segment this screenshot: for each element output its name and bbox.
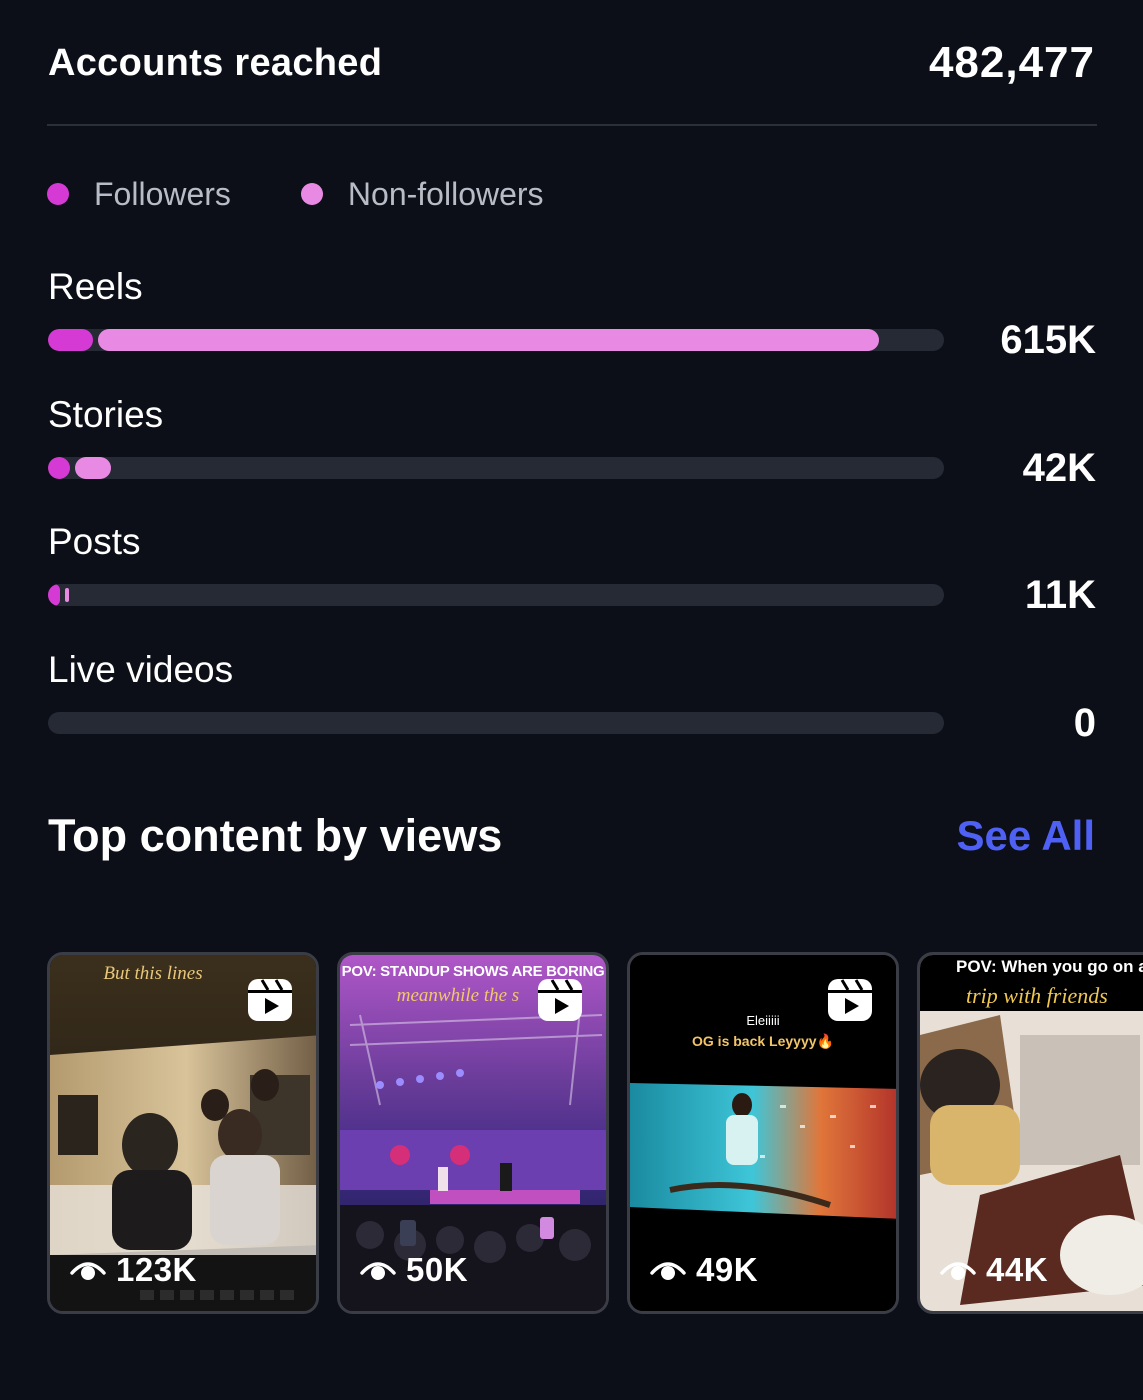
- metric-label: Stories: [48, 394, 164, 435]
- eye-icon: [360, 1262, 396, 1280]
- top-content-list: But this lines 123K POV: STANDUP SHOWS A…: [47, 952, 1143, 1314]
- legend-label: Followers: [94, 175, 231, 212]
- view-count: 49K: [650, 1251, 758, 1289]
- content-thumbnail[interactable]: POV: When you go on a trip with friends …: [917, 952, 1143, 1314]
- view-count: 123K: [70, 1251, 197, 1289]
- non-followers-bar-segment: [98, 329, 879, 351]
- metric-value: 42K: [1022, 446, 1096, 490]
- eye-icon: [70, 1262, 106, 1280]
- legend-item-non-followers: Non-followers: [300, 175, 544, 213]
- non-followers-bar-segment: [65, 588, 69, 602]
- view-count-value: 49K: [696, 1251, 759, 1288]
- metric-value: 615K: [1000, 318, 1096, 362]
- thumbnail-caption-secondary: OG is back Leyyyy🔥: [692, 1033, 834, 1049]
- reels-icon: [248, 979, 292, 1021]
- top-content-title: Top content by views: [48, 810, 503, 861]
- metric-label: Reels: [48, 266, 143, 307]
- reels-icon: [538, 979, 582, 1021]
- divider: [47, 124, 1097, 126]
- metric-label: Live videos: [48, 649, 234, 690]
- thumbnail-caption-secondary: trip with friends: [966, 983, 1108, 1008]
- metric-label: Posts: [48, 521, 141, 562]
- accounts-reached-total: 482,477: [928, 38, 1095, 87]
- legend: Followers Non-followers: [47, 172, 614, 216]
- content-thumbnail[interactable]: POV: STANDUP SHOWS ARE BORING meanwhile …: [337, 952, 609, 1314]
- metric-bar: [48, 584, 944, 606]
- followers-bar-segment: [48, 329, 93, 351]
- metric-reels: Reels 615K: [48, 266, 1096, 376]
- followers-bar-segment: [48, 584, 60, 606]
- legend-label: Non-followers: [347, 175, 544, 212]
- eye-icon: [940, 1262, 976, 1280]
- content-thumbnail[interactable]: Eleiiiii OG is back Leyyyy🔥 49K: [627, 952, 899, 1314]
- non-followers-bar-segment: [75, 457, 111, 479]
- eye-icon: [650, 1262, 686, 1280]
- metric-bar: [48, 329, 944, 351]
- accounts-reached-title: Accounts reached: [48, 41, 383, 84]
- metric-posts: Posts 11K: [48, 521, 1096, 631]
- content-thumbnail[interactable]: But this lines 123K: [47, 952, 319, 1314]
- followers-dot-icon: [47, 183, 69, 205]
- thumbnail-caption: POV: When you go on a: [956, 957, 1143, 976]
- metric-live-videos: Live videos 0: [48, 649, 1096, 759]
- view-count-value: 44K: [986, 1251, 1049, 1288]
- see-all-link[interactable]: See All: [956, 812, 1095, 860]
- view-count-value: 50K: [406, 1251, 469, 1288]
- view-count: 44K: [940, 1251, 1048, 1289]
- legend-item-followers: Followers: [47, 176, 231, 213]
- view-count-value: 123K: [116, 1251, 197, 1288]
- metric-bar: [48, 457, 944, 479]
- metric-value: 0: [1073, 701, 1096, 745]
- view-count: 50K: [360, 1251, 468, 1289]
- metric-value: 11K: [1024, 573, 1096, 617]
- accounts-reached-header: Accounts reached 482,477: [48, 38, 1095, 88]
- metric-stories: Stories 42K: [48, 394, 1096, 504]
- metric-bar: [48, 712, 944, 734]
- reels-icon: [828, 979, 872, 1021]
- non-followers-dot-icon: [300, 183, 323, 205]
- followers-bar-segment: [48, 457, 70, 479]
